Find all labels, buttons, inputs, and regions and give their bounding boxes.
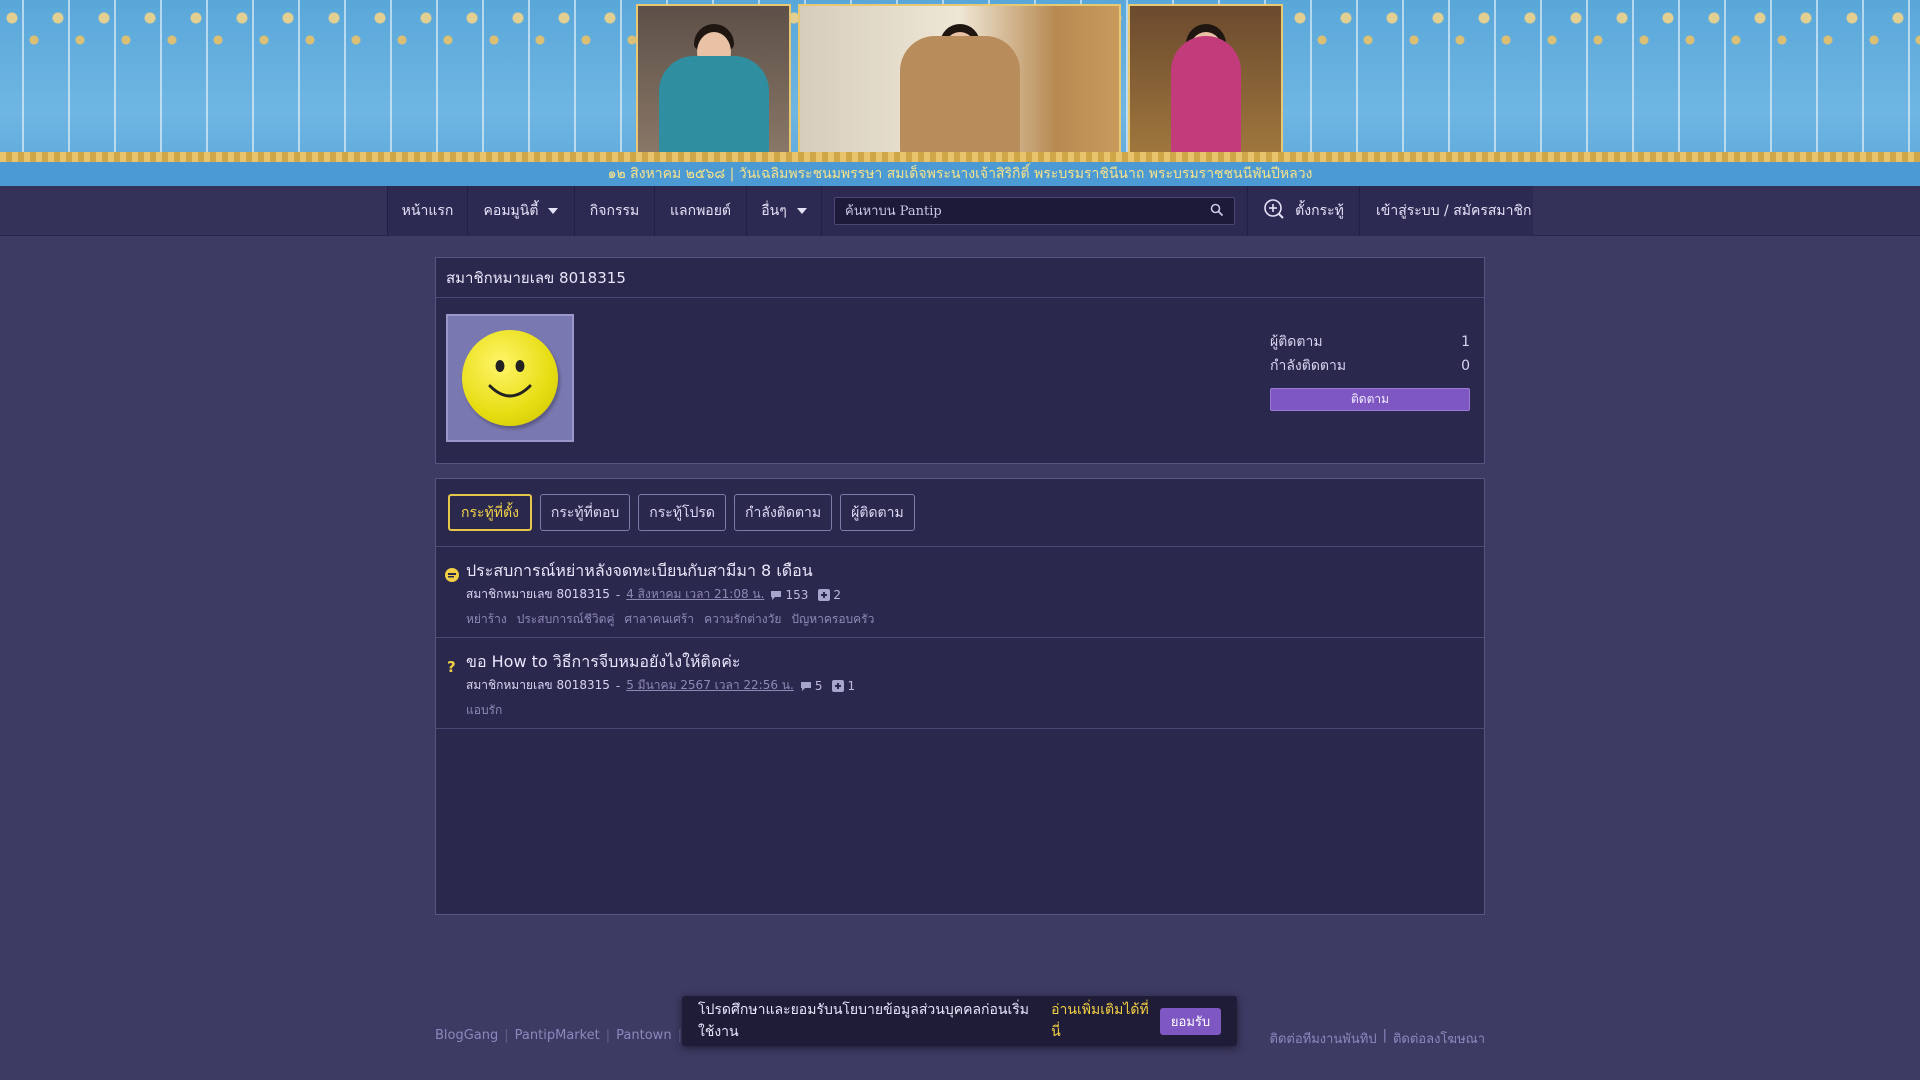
following-label: กำลังติดตาม (1270, 358, 1347, 374)
create-topic-button[interactable]: ตั้งกระทู้ (1248, 186, 1360, 236)
topic-meta: สมาชิกหมายเลข 8018315 - 5 มีนาคม 2567 เว… (466, 676, 1476, 695)
tag[interactable]: ประสบการณ์ชีวิตคู่ (517, 610, 615, 629)
svg-text:?: ? (447, 658, 456, 674)
search-input[interactable] (845, 203, 1185, 219)
question-icon: ? (444, 658, 460, 676)
chat-bubble-icon (444, 567, 460, 583)
search-area (822, 186, 1248, 236)
royal-banner: ๑๒ สิงหาคม ๒๕๖๘ | วันเฉลิมพระชนมพรรษา สม… (0, 0, 1920, 186)
followers-row[interactable]: ผู้ติดตาม 1 (1270, 330, 1470, 354)
footer-link-contact-team[interactable]: ติดต่อทีมงานพันทิป (1270, 1028, 1377, 1049)
search-box (834, 197, 1235, 225)
footer-left-links: BlogGang | PantipMarket | Pantown | Ma (435, 1028, 707, 1043)
tag[interactable]: ความรักต่างวัย (704, 610, 781, 629)
topic-title[interactable]: ประสบการณ์หย่าหลังจดทะเบียนกับสามีมา 8 เ… (466, 559, 1476, 583)
meta-separator: - (615, 587, 621, 602)
comment-count-value: 153 (785, 587, 809, 602)
top-navbar: หน้าแรก คอมมูนิตี้ กิจกรรม แลกพอยต์ อื่น… (0, 186, 1920, 236)
tag[interactable]: ศาลาคนเศร้า (624, 610, 694, 629)
plus-vote-icon (832, 679, 845, 692)
tag[interactable]: แอบรัก (466, 701, 502, 720)
follow-stats: ผู้ติดตาม 1 กำลังติดตาม 0 ติดตาม (1270, 330, 1470, 411)
topics-panel: กระทู้ที่ตั้ง กระทู้ที่ตอบ กระทู้โปรด กำ… (435, 478, 1485, 915)
topic-tags: หย่าร้าง ประสบการณ์ชีวิตคู่ ศาลาคนเศร้า … (466, 610, 1476, 629)
create-topic-label: ตั้งกระทู้ (1295, 203, 1344, 219)
comment-count: 5 (800, 678, 823, 693)
profile-tabs: กระทู้ที่ตั้ง กระทู้ที่ตอบ กระทู้โปรด กำ… (436, 479, 1484, 547)
profile-title: สมาชิกหมายเลข 8018315 (436, 258, 1484, 298)
topic-author[interactable]: สมาชิกหมายเลข 8018315 (466, 676, 610, 695)
vote-count-value: 2 (833, 587, 841, 602)
tab-favorite-topics[interactable]: กระทู้โปรด (638, 494, 727, 531)
meta-separator: - (615, 678, 621, 693)
login-label: เข้าสู่ระบบ / สมัครสมาชิก (1376, 203, 1532, 219)
nav-activities-label: กิจกรรม (589, 203, 640, 219)
followers-count: 1 (1461, 334, 1470, 350)
topic-row[interactable]: ประสบการณ์หย่าหลังจดทะเบียนกับสามีมา 8 เ… (436, 547, 1484, 638)
search-icon[interactable] (1210, 202, 1224, 221)
comment-icon (771, 590, 782, 600)
banner-photo-2 (798, 4, 1121, 158)
consent-text: โปรดศึกษาและยอมรับนโยบายข้อมูลส่วนบุคคลก… (698, 1002, 1030, 1040)
banner-caption: ๑๒ สิงหาคม ๒๕๖๘ | วันเฉลิมพระชนมพรรษา สม… (0, 162, 1920, 186)
nav-community-label: คอมมูนิตี้ (483, 203, 539, 219)
tab-replied-topics[interactable]: กระทู้ที่ตอบ (539, 494, 631, 531)
topic-title[interactable]: ขอ How to วิธีการจีบหมอยังไงให้ติดค่ะ (466, 650, 1476, 674)
nav-more-label: อื่นๆ (761, 203, 787, 219)
topic-date[interactable]: 4 สิงหาคม เวลา 21:08 น. (626, 585, 764, 604)
footer-separator: | (1382, 1028, 1387, 1043)
cookie-consent-bar: โปรดศึกษาและยอมรับนโยบายข้อมูลส่วนบุคคลก… (682, 996, 1237, 1046)
smiley-avatar-icon (462, 330, 558, 426)
nav-more[interactable]: อื่นๆ (747, 186, 822, 236)
nav-community[interactable]: คอมมูนิตี้ (468, 186, 575, 236)
topic-meta: สมาชิกหมายเลข 8018315 - 4 สิงหาคม เวลา 2… (466, 585, 1476, 604)
login-register-button[interactable]: เข้าสู่ระบบ / สมัครสมาชิก (1360, 186, 1547, 236)
footer-right-links: ติดต่อทีมงานพันทิป | ติดต่อลงโฆษณา (1270, 1028, 1486, 1049)
banner-photo-1 (636, 4, 791, 158)
comment-icon (800, 681, 811, 691)
vote-count: 2 (818, 588, 841, 602)
navbar-inner: หน้าแรก คอมมูนิตี้ กิจกรรม แลกพอยต์ อื่น… (387, 186, 1533, 236)
footer-link-advertise[interactable]: ติดต่อลงโฆษณา (1393, 1028, 1485, 1049)
tab-created-topics[interactable]: กระทู้ที่ตั้ง (448, 494, 532, 531)
tag[interactable]: ปัญหาครอบครัว (791, 610, 874, 629)
following-count: 0 (1461, 358, 1470, 374)
comment-count-value: 5 (814, 678, 823, 693)
nav-activities[interactable]: กิจกรรม (575, 186, 655, 236)
topic-row[interactable]: ? ขอ How to วิธีการจีบหมอยังไงให้ติดค่ะ … (436, 638, 1484, 729)
profile-panel: สมาชิกหมายเลข 8018315 ผู้ติดตาม 1 กำลังต… (435, 257, 1485, 464)
comment-count: 153 (770, 588, 808, 602)
chevron-down-icon (796, 208, 807, 214)
topic-tags: แอบรัก (466, 701, 1476, 720)
footer-separator: | (504, 1028, 509, 1043)
followers-label: ผู้ติดตาม (1270, 334, 1323, 350)
footer-link-pantown[interactable]: Pantown (616, 1028, 671, 1043)
tab-following[interactable]: กำลังติดตาม (734, 494, 833, 531)
footer-separator: | (605, 1028, 611, 1043)
nav-home-label: หน้าแรก (401, 203, 454, 219)
following-row[interactable]: กำลังติดตาม 0 (1270, 354, 1470, 378)
chevron-down-icon (548, 208, 559, 214)
footer-link-bloggang[interactable]: BlogGang (435, 1028, 498, 1043)
vote-count: 1 (832, 679, 855, 693)
topic-author[interactable]: สมาชิกหมายเลข 8018315 (466, 585, 610, 604)
nav-redeem-points[interactable]: แลกพอยต์ (655, 186, 747, 236)
tag[interactable]: หย่าร้าง (466, 610, 507, 629)
add-topic-icon (1263, 198, 1285, 224)
plus-vote-icon (818, 588, 831, 601)
avatar (446, 314, 574, 442)
vote-count-value: 1 (847, 678, 856, 693)
footer-link-pantipmarket[interactable]: PantipMarket (515, 1028, 600, 1043)
nav-redeem-label: แลกพอยต์ (670, 203, 732, 219)
topic-date[interactable]: 5 มีนาคม 2567 เวลา 22:56 น. (626, 676, 794, 695)
follow-button[interactable]: ติดตาม (1270, 388, 1470, 411)
banner-photo-3 (1128, 4, 1283, 158)
banner-gold-border (0, 152, 1920, 162)
consent-read-more-link[interactable]: อ่านเพิ่มเติมได้ที่นี่ (1051, 999, 1150, 1043)
tab-followers[interactable]: ผู้ติดตาม (840, 494, 915, 531)
nav-home[interactable]: หน้าแรก (388, 186, 468, 236)
accept-button[interactable]: ยอมรับ (1160, 1007, 1221, 1035)
